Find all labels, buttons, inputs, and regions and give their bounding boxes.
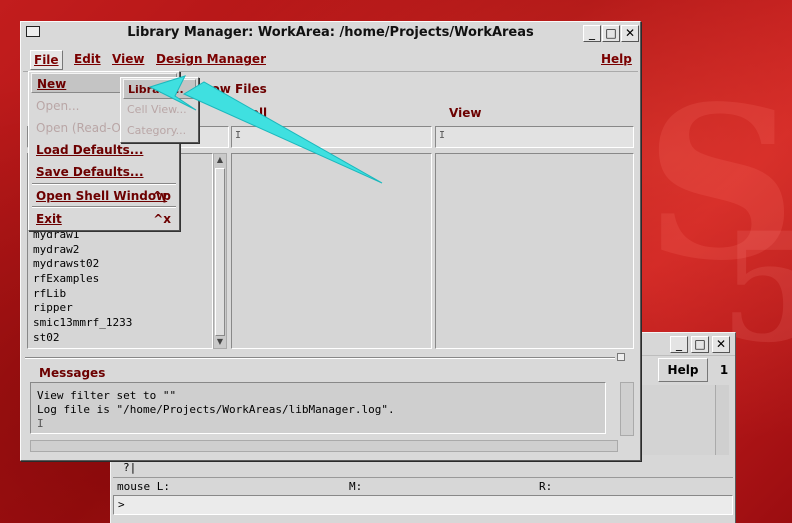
ciw-tab-number: 1 — [719, 363, 729, 377]
menu-view[interactable]: View — [109, 50, 147, 70]
window-titlebar[interactable]: Library Manager: WorkArea: /home/Project… — [21, 22, 640, 44]
new-cell-view-item[interactable]: Cell View... — [123, 100, 196, 120]
ciw-scrollbar[interactable] — [715, 385, 729, 455]
file-menu-exit[interactable]: Exit ^x — [31, 209, 177, 229]
menu-design-manager[interactable]: Design Manager — [153, 50, 269, 70]
exit-label: Exit — [36, 212, 62, 226]
ciw-help-menu[interactable]: Help — [658, 358, 708, 382]
cell-list[interactable] — [231, 153, 432, 349]
list-item[interactable]: mydrawst02 — [33, 257, 132, 272]
list-item[interactable]: rfLib — [33, 287, 132, 302]
messages-label: Messages — [39, 366, 106, 380]
close-icon[interactable]: ✕ — [621, 25, 639, 42]
text-cursor: I — [37, 417, 44, 430]
message-line: View filter set to "" — [37, 389, 177, 402]
new-submenu: Library... Cell View... Category... — [120, 77, 199, 143]
file-menu-open-shell-window[interactable]: Open Shell Window ^p — [31, 186, 177, 206]
pane-sash-handle[interactable] — [617, 353, 625, 361]
file-menu-load-defaults[interactable]: Load Defaults... — [31, 140, 177, 160]
show-files-checkbox-label[interactable]: how Files — [203, 82, 267, 96]
mouse-right-label: R: — [539, 480, 553, 493]
maximize-icon[interactable]: □ — [691, 336, 709, 353]
maximize-icon[interactable]: □ — [602, 25, 620, 42]
mouse-left-label: mouse L: — [117, 480, 170, 493]
scroll-down-icon[interactable]: ▼ — [215, 337, 225, 347]
mouse-middle-label: M: — [349, 480, 363, 493]
shortcut-label: ^x — [153, 212, 171, 226]
list-item[interactable]: smic13mmrf_1233 — [33, 316, 132, 331]
minimize-icon[interactable]: _ — [670, 336, 688, 353]
list-item[interactable]: st02 — [33, 331, 132, 346]
window-title: Library Manager: WorkArea: /home/Project… — [127, 25, 534, 40]
close-icon[interactable]: ✕ — [712, 336, 730, 353]
list-item[interactable]: rfExamples — [33, 272, 132, 287]
minimize-icon[interactable]: _ — [583, 25, 601, 42]
menu-separator — [32, 206, 176, 208]
cell-column-header: Cell — [242, 106, 268, 120]
new-library-item[interactable]: Library... — [123, 79, 196, 99]
menu-help[interactable]: Help — [598, 50, 635, 70]
ciw-command-input[interactable]: > — [113, 495, 733, 515]
ciw-prompt-text: ?| — [123, 461, 137, 474]
file-menu-new-label: New — [37, 77, 67, 91]
file-menu-save-defaults[interactable]: Save Defaults... — [31, 162, 177, 182]
pane-divider — [25, 357, 615, 359]
message-line: Log file is "/home/Projects/WorkAreas/li… — [37, 403, 395, 416]
scroll-up-icon[interactable]: ▲ — [215, 155, 225, 165]
shortcut-label: ^p — [152, 189, 171, 203]
view-list[interactable] — [435, 153, 634, 349]
menubar: File Edit View Design Manager Help — [23, 48, 638, 72]
menu-separator — [32, 183, 176, 185]
open-shell-label: Open Shell Window — [36, 189, 168, 203]
cell-filter-input[interactable]: I — [231, 126, 432, 148]
list-item[interactable]: mydraw2 — [33, 243, 132, 258]
scroll-thumb[interactable] — [215, 168, 225, 336]
menu-file[interactable]: File — [30, 50, 63, 70]
view-column-header: View — [449, 106, 482, 120]
messages-area: View filter set to "" Log file is "/home… — [30, 382, 606, 434]
library-list-items: mydraw1 mydraw2 mydrawst02 rfExamples rf… — [33, 228, 132, 346]
list-item[interactable]: ripper — [33, 301, 132, 316]
new-category-item[interactable]: Category... — [123, 121, 196, 141]
menu-edit[interactable]: Edit — [71, 50, 104, 70]
load-defaults-label: Load Defaults... — [36, 143, 144, 157]
library-list-scrollbar[interactable]: ▲ ▼ — [213, 153, 227, 349]
view-filter-input[interactable]: I — [435, 126, 634, 148]
messages-vertical-scrollbar[interactable] — [620, 382, 634, 436]
save-defaults-label: Save Defaults... — [36, 165, 144, 179]
messages-horizontal-scrollbar[interactable] — [30, 440, 618, 452]
ciw-mouse-bindings: mouse L: M: R: — [113, 477, 733, 495]
